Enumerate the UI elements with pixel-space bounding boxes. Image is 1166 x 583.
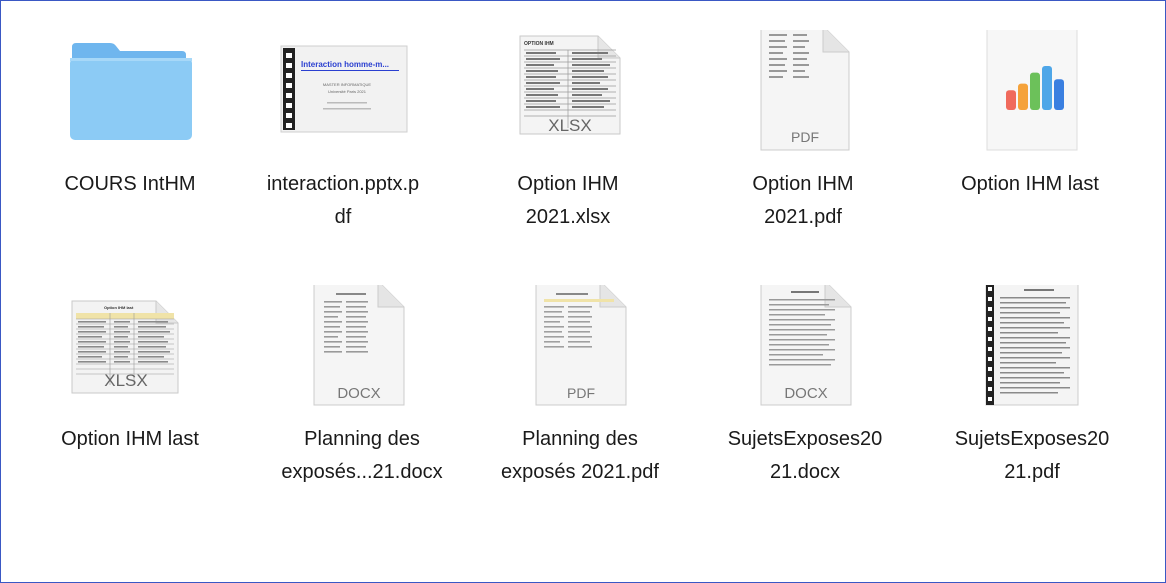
svg-text:DOCX: DOCX	[784, 385, 827, 402]
file-name-line1: interaction.pptx.p	[266, 173, 420, 195]
file-item[interactable]: Interaction homme-m... MASTER INFORMATIQ…	[243, 30, 443, 260]
folder-icon	[30, 30, 230, 160]
numbers-icon-bar	[1054, 79, 1064, 110]
numbers-icon-bar	[1018, 83, 1028, 110]
file-item[interactable]: COURS IntHM	[30, 30, 230, 260]
file-item[interactable]: Option IHM last	[30, 285, 230, 515]
file-name-line2: exposés...21.docx	[281, 461, 443, 483]
pdf-document-icon	[932, 285, 1132, 415]
svg-text:XLSX: XLSX	[104, 371, 147, 390]
file-name: COURS IntHM	[30, 168, 230, 201]
file-name: interaction.pptx.p df	[243, 168, 443, 234]
file-name-line1: Option IHM	[752, 173, 854, 195]
file-name-line1: Option IHM last	[61, 428, 199, 450]
pdf-slides-icon-graphic: Interaction homme-m... MASTER INFORMATIQ…	[280, 45, 408, 133]
svg-text:MASTER INFORMATIQUE: MASTER INFORMATIQUE	[323, 82, 371, 87]
file-name: Option IHM 2021.xlsx	[468, 168, 668, 234]
file-name-line1: Option IHM last	[961, 173, 1099, 195]
svg-text:Université Paris 2021: Université Paris 2021	[328, 89, 367, 94]
folder-icon-graphic	[70, 43, 192, 140]
numbers-document-icon	[930, 30, 1130, 160]
file-name-line1: Planning des	[522, 428, 638, 450]
numbers-icon-bar	[1042, 66, 1052, 110]
docx-document-icon-graphic: DOCX	[760, 285, 852, 406]
file-item[interactable]: OPTION IHM XLSX Option IHM 2021.xlsx	[468, 30, 668, 260]
docx-document-icon: DOCX	[262, 285, 462, 415]
file-name-line2: 2021.xlsx	[525, 206, 611, 228]
numbers-icon-bar	[1006, 90, 1016, 110]
file-item[interactable]: PDF Option IHM 2021.pdf	[703, 30, 903, 260]
docx-document-icon-graphic: DOCX	[313, 285, 405, 406]
file-item[interactable]: DOCX SujetsExposes20 21.docx	[705, 285, 905, 515]
icon-grid: COURS IntHM Interaction homme-m... MASTE…	[0, 0, 1166, 583]
file-item[interactable]: PDF Planning des exposés 2021.pdf	[480, 285, 680, 515]
file-name-line2: exposés 2021.pdf	[501, 461, 659, 483]
file-name-line2: 2021.pdf	[764, 206, 842, 228]
file-name: SujetsExposes20 21.docx	[705, 423, 905, 489]
numbers-document-icon-graphic	[986, 30, 1078, 151]
xlsx-document-icon-graphic: Option IHM last XLSX	[71, 300, 179, 394]
pdf-document-icon: PDF	[480, 285, 680, 415]
xlsx-document-icon-graphic: OPTION IHM XLSX	[519, 35, 621, 135]
file-name-line1: SujetsExposes20	[727, 428, 883, 450]
file-name-line2: df	[334, 206, 352, 228]
pdf-document-icon-graphic: PDF	[760, 30, 850, 151]
svg-text:XLSX: XLSX	[548, 116, 591, 135]
file-name-line1: Planning des	[304, 428, 420, 450]
pdf-document-icon: PDF	[703, 30, 903, 160]
file-name: Planning des exposés...21.docx	[262, 423, 462, 489]
file-name-line1: Option IHM	[517, 173, 619, 195]
svg-text:Option IHM last: Option IHM last	[104, 305, 134, 310]
xlsx-document-icon: Option IHM last XLSX	[30, 285, 230, 415]
pdf-document-icon-graphic: PDF	[535, 285, 627, 406]
pdf-document-icon-graphic	[985, 285, 1079, 406]
file-name: Option IHM 2021.pdf	[703, 168, 903, 234]
file-item[interactable]: Option IHM last	[930, 30, 1130, 260]
file-name-line1: COURS IntHM	[64, 173, 196, 195]
docx-document-icon: DOCX	[705, 285, 905, 415]
svg-text:DOCX: DOCX	[337, 385, 380, 402]
file-item[interactable]: DOCX Planning des exposés...21.docx	[262, 285, 462, 515]
svg-text:OPTION IHM: OPTION IHM	[524, 41, 554, 47]
file-name: SujetsExposes20 21.pdf	[932, 423, 1132, 489]
svg-text:PDF: PDF	[567, 385, 595, 401]
pdf-slides-icon: Interaction homme-m... MASTER INFORMATIQ…	[243, 30, 443, 160]
xlsx-document-icon: OPTION IHM XLSX	[468, 30, 668, 160]
file-name: Option IHM last	[930, 168, 1130, 201]
numbers-icon-bar	[1030, 72, 1040, 110]
file-name: Planning des exposés 2021.pdf	[480, 423, 680, 489]
file-name-line2: 21.pdf	[1004, 461, 1060, 483]
file-name-line2: 21.docx	[769, 461, 841, 483]
svg-text:PDF: PDF	[791, 129, 819, 145]
file-item[interactable]: SujetsExposes20 21.pdf	[932, 285, 1132, 515]
file-name-line1: SujetsExposes20	[954, 428, 1110, 450]
svg-text:Interaction homme-m...: Interaction homme-m...	[301, 60, 389, 69]
file-name: Option IHM last	[30, 423, 230, 456]
